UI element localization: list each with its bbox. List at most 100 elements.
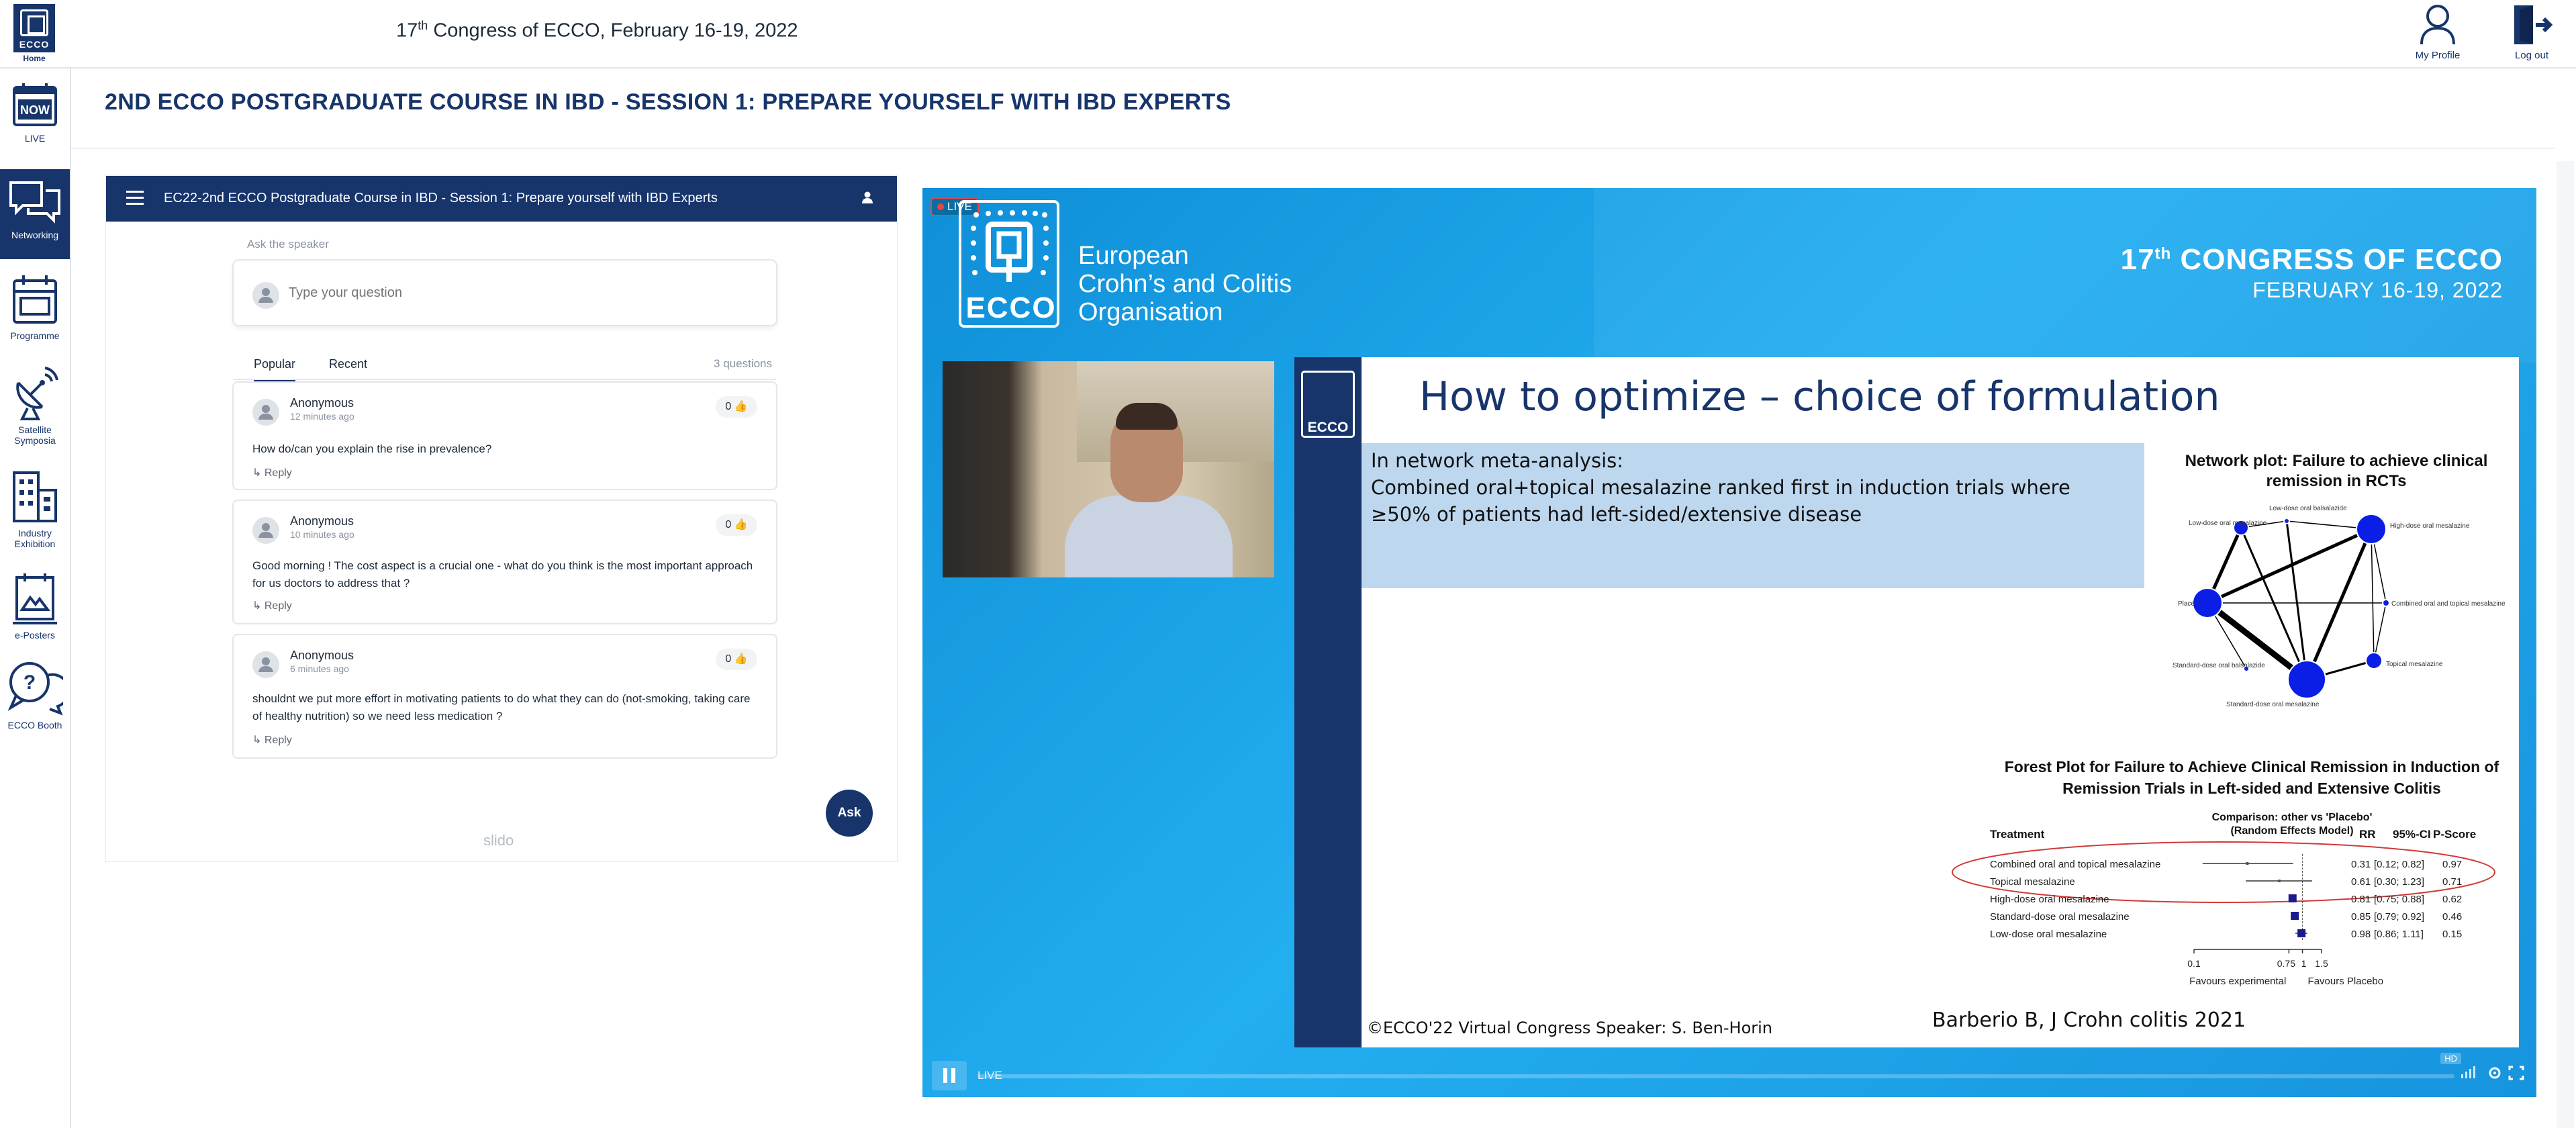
sidebar-item-industry-exhibition[interactable]: Industry Exhibition [0,470,70,564]
question-time: 10 minutes ago [290,529,354,540]
question-text: How do/can you explain the rise in preva… [252,442,492,455]
network-node-label: Low-dose oral balsalazide [2269,505,2347,512]
forest-point [2297,929,2306,937]
calendar-icon [13,275,57,324]
user-icon[interactable] [861,191,874,204]
home-label: Home [23,54,46,63]
slido-logo: slido [483,832,514,849]
forest-col-rr: RR [2359,828,2376,841]
pause-button[interactable] [932,1061,967,1090]
forest-row-rr: 0.98 [2351,929,2371,940]
network-node-label: Standard-dose oral mesalazine [2226,701,2320,708]
svg-text:?: ? [23,671,36,694]
settings-icon [2489,1067,2501,1079]
log-out-button[interactable]: Log out [2495,3,2569,61]
hamburger-menu-icon[interactable] [126,191,144,205]
forest-point [2246,862,2249,865]
network-node-label: Topical mesalazine [2386,661,2443,668]
like-count: 0 [725,401,732,412]
forest-col-ci: 95%-CI [2393,828,2431,841]
forest-row-ci: [0.12; 0.82] [2374,859,2424,870]
video-player[interactable]: LIVE ECCO European Crohn’s and Colitis O… [922,188,2536,1097]
forest-row-treatment: Combined oral and topical mesalazine [1990,859,2160,870]
forest-plot: Treatment Comparison: other vs 'Placebo'… [1952,812,2495,987]
like-button[interactable]: 0 👍 [716,649,757,670]
question-bubbles-icon: ? [7,662,63,716]
page-title: 2ND ECCO POSTGRADUATE COURSE IN IBD - SE… [105,89,1231,115]
now-icon: NOW [13,83,57,126]
network-node-label: Standard-dose oral balsalazide [2173,662,2265,669]
logo-word: ECCO [19,39,50,50]
sidebar-item-networking[interactable]: Networking [0,169,70,259]
satellite-dish-icon [16,367,58,420]
log-out-label: Log out [2514,50,2549,61]
sidebar-item-label: ECCO Booth [7,720,62,731]
my-profile-button[interactable]: My Profile [2401,3,2475,61]
home-logo-button[interactable]: ECCO Home [11,4,58,64]
question-card: Anonymous 6 minutes ago 0 👍 shouldnt we … [232,634,777,759]
question-input-box[interactable] [232,259,777,326]
question-time: 12 minutes ago [290,411,354,422]
network-node [2382,599,2390,607]
tab-recent[interactable]: Recent [329,357,367,371]
sidebar-item-e-posters[interactable]: e-Posters [0,572,70,653]
like-count: 0 [725,519,732,530]
forest-row-rr: 0.61 [2351,876,2371,888]
forest-row-treatment: High-dose oral mesalazine [1990,894,2109,905]
avatar-icon [252,399,279,426]
thumbs-up-icon: 👍 [734,401,748,412]
question-author: Anonymous [290,649,354,662]
forest-axis-tick-label: 1 [2301,958,2307,969]
reply-button[interactable]: ↳ Reply [252,733,292,747]
page-scrollbar[interactable] [2557,161,2574,1128]
user-icon [2420,5,2455,45]
question-author: Anonymous [290,396,354,410]
forest-axis-tick-label: 0.1 [2187,958,2201,969]
thumbs-up-icon: 👍 [734,653,748,665]
ask-button[interactable]: Ask [826,790,873,837]
ecco-logo: ECCO [959,200,1059,328]
forest-axis: 0.1 0.75 1 1.5 Favours experimental Favours P… [2187,949,2383,987]
reply-arrow-icon: ↳ [252,600,262,612]
sidebar-item-programme[interactable]: Programme [0,274,70,355]
question-text: shouldnt we put more effort in motivatin… [252,692,751,722]
live-dot-icon [937,203,944,210]
speaker-webcam [943,361,1274,577]
congress-title: 17th Congress of ECCO, February 16-19, 2… [396,19,798,42]
like-button[interactable]: 0 👍 [716,514,757,536]
ask-the-speaker-label: Ask the speaker [247,238,329,250]
network-node-label: Combined oral and topical mesalazine [2391,600,2506,608]
network-node [2356,514,2387,545]
forest-row-treatment: Topical mesalazine [1990,876,2075,888]
slido-header: EC22-2nd ECCO Postgraduate Course in IBD… [106,176,897,222]
buildings-icon [13,471,57,522]
tab-popular[interactable]: Popular [254,357,296,382]
like-button[interactable]: 0 👍 [716,396,757,418]
forest-axis-tick-label: 0.75 [2277,958,2295,969]
reply-button[interactable]: ↳ Reply [252,599,292,612]
top-header: ECCO Home 17th Congress of ECCO, Februar… [0,0,2576,68]
question-input[interactable] [289,281,745,305]
progress-bar[interactable] [977,1074,2454,1078]
player-icons [2461,1066,2524,1080]
network-node-label: High-dose oral mesalazine [2390,522,2470,530]
question-time: 6 minutes ago [290,663,349,674]
sidebar-item-live[interactable]: NOW LIVE [0,82,70,161]
question-card: Anonymous 10 minutes ago 0 👍 Good mornin… [232,500,777,624]
player-controls: LIVE HD [922,1050,2536,1097]
question-card: Anonymous 12 minutes ago 0 👍 How do/can … [232,381,777,490]
forest-row-treatment: Low-dose oral mesalazine [1990,929,2107,940]
question-tabs: Popular Recent 3 questions [234,352,776,382]
sidebar-item-label: Satellite Symposia [14,424,56,446]
forest-row-pscore: 0.71 [2442,876,2462,888]
sidebar-item-ecco-booth[interactable]: ? ECCO Booth [0,659,70,753]
slide-title: How to optimize – choice of formulation [1419,373,2220,420]
forest-row-rr: 0.31 [2351,859,2371,870]
sidebar-item-satellite-symposia[interactable]: Satellite Symposia [0,367,70,461]
forest-axis-right-label: Favours Placebo [2308,976,2384,987]
forest-row-ci: [0.75; 0.88] [2374,894,2424,905]
slide-copyright: ©ECCO'22 Virtual Congress Speaker: S. Be… [1367,1019,1772,1037]
my-profile-label: My Profile [2415,50,2461,61]
reply-button[interactable]: ↳ Reply [252,466,292,479]
divider [71,148,2555,149]
